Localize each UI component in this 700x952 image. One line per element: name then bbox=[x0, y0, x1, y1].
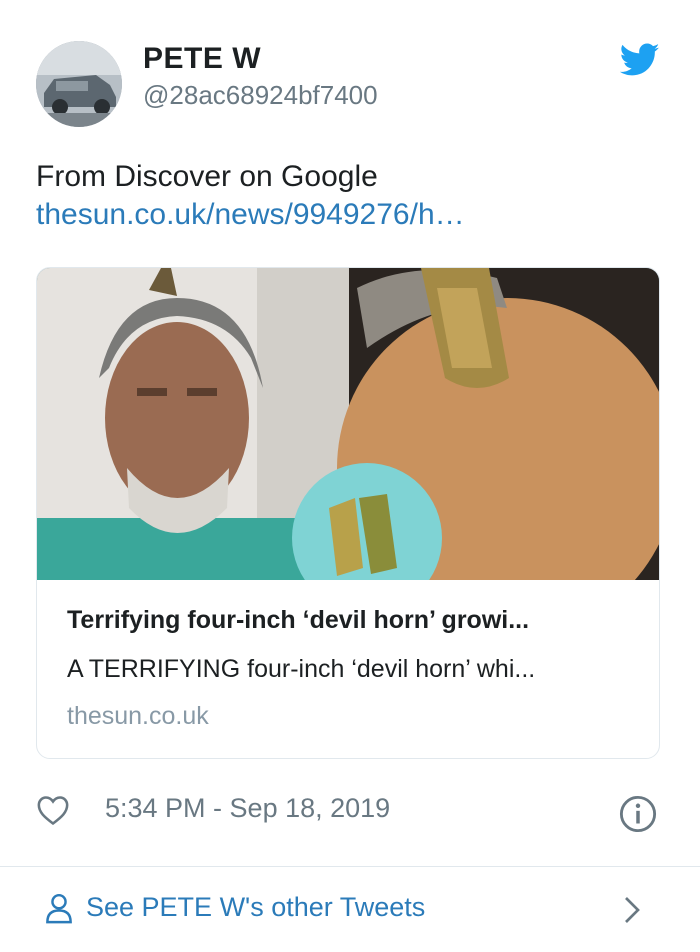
author-name[interactable]: PETE W bbox=[143, 42, 261, 76]
info-icon[interactable] bbox=[619, 795, 657, 833]
card-description: A TERRIFYING four-inch ‘devil horn’ whi.… bbox=[67, 655, 536, 683]
avatar[interactable] bbox=[36, 41, 122, 127]
chevron-right-icon[interactable] bbox=[622, 895, 642, 925]
heart-icon[interactable] bbox=[36, 794, 70, 826]
card-domain: thesun.co.uk bbox=[67, 702, 209, 730]
other-tweets-label[interactable]: See PETE W's other Tweets bbox=[86, 892, 425, 923]
embedded-tweet: PETE W @28ac68924bf7400 From Discover on… bbox=[0, 0, 700, 952]
card-image bbox=[37, 268, 659, 580]
tweet-text: From Discover on Google thesun.co.uk/new… bbox=[36, 158, 465, 234]
link-card[interactable]: Terrifying four-inch ‘devil horn’ growi.… bbox=[36, 267, 660, 759]
card-title: Terrifying four-inch ‘devil horn’ growi.… bbox=[67, 606, 530, 634]
author-handle[interactable]: @28ac68924bf7400 bbox=[143, 80, 378, 111]
person-icon bbox=[44, 893, 74, 925]
avatar-image bbox=[36, 41, 122, 127]
tweet-link[interactable]: thesun.co.uk/news/9949276/h… bbox=[36, 196, 465, 234]
twitter-bird-icon[interactable] bbox=[619, 42, 660, 78]
tweet-text-body: From Discover on Google bbox=[36, 160, 378, 193]
tweet-timestamp[interactable]: 5:34 PM - Sep 18, 2019 bbox=[105, 793, 390, 824]
